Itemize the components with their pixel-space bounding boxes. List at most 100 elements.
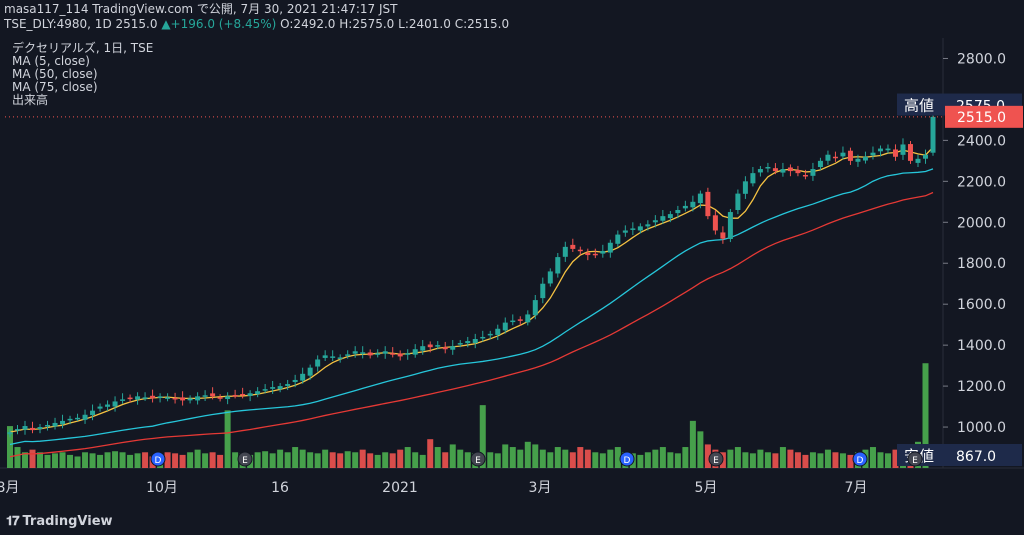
volume-bar	[367, 453, 374, 468]
candle-body	[112, 401, 118, 407]
ma75-line	[9, 191, 934, 458]
candle-body	[480, 336, 486, 339]
candle-body	[870, 152, 876, 156]
volume-bar	[397, 449, 404, 468]
candle-body	[735, 193, 741, 211]
candle-body	[660, 216, 666, 221]
volume-bar	[434, 447, 441, 468]
x-tick-label: 16	[271, 480, 289, 496]
candle-body	[757, 169, 763, 173]
candle-body	[270, 387, 276, 389]
volume-bar	[824, 449, 831, 468]
volume-bar	[104, 452, 111, 468]
volume-bar	[29, 449, 36, 468]
candle-body	[885, 148, 891, 151]
volume-bar	[262, 451, 269, 468]
candle-body	[37, 427, 43, 430]
volume-bar	[494, 453, 501, 468]
volume-bar	[457, 449, 464, 468]
volume-bar	[464, 452, 471, 468]
candle-body	[367, 352, 373, 356]
volume-bar	[742, 452, 749, 468]
candle-body	[7, 432, 13, 435]
volume-bar	[82, 452, 89, 468]
candle-body	[165, 397, 171, 399]
candle-body	[300, 373, 306, 381]
candle-body	[337, 357, 343, 359]
candle-body	[765, 167, 771, 169]
candle-body	[825, 154, 831, 161]
candle-body	[472, 339, 478, 344]
candle-body	[570, 244, 576, 249]
candle-body	[457, 343, 463, 345]
volume-bar	[119, 452, 126, 468]
candle-body	[67, 418, 73, 421]
candle-body	[75, 417, 81, 420]
candle-body	[705, 191, 711, 217]
volume-bar	[412, 452, 419, 468]
last-price-text: 2515.0	[957, 110, 1006, 126]
candle-body	[292, 379, 298, 383]
candle-body	[150, 395, 156, 399]
volume-bar	[607, 449, 614, 468]
volume-bar	[524, 441, 531, 468]
candle-body	[142, 397, 148, 399]
volume-bar	[224, 410, 231, 468]
candle-body	[82, 414, 88, 420]
candle-body	[15, 429, 21, 431]
candle-body	[832, 156, 838, 159]
volume-bar	[794, 452, 801, 468]
candle-body	[375, 353, 381, 355]
candle-body	[307, 367, 313, 376]
legend-volume: 出来高	[12, 93, 49, 107]
volume-bar	[449, 444, 456, 468]
volume-bar	[329, 452, 336, 468]
candle-body	[607, 242, 613, 253]
candle-body	[127, 397, 133, 400]
candle-body	[195, 396, 201, 401]
candle-body	[180, 397, 186, 401]
volume-bar	[764, 452, 771, 468]
candle-body	[120, 399, 126, 401]
candle-body	[60, 420, 66, 425]
candle-body	[562, 246, 568, 257]
volume-bar	[562, 449, 569, 468]
candle-body	[315, 359, 321, 367]
volume-bar	[14, 447, 21, 468]
y-tick-label: 1200.0	[957, 379, 1006, 395]
candle-body	[855, 158, 861, 162]
volume-bar	[314, 453, 321, 468]
candle-body	[907, 144, 913, 161]
tradingview-logo-icon: 𝟏𝟕	[6, 514, 20, 529]
y-tick-label: 1800.0	[957, 256, 1006, 272]
volume-bar	[674, 453, 681, 468]
tradingview-branding[interactable]: 𝟏𝟕 TradingView	[6, 514, 113, 529]
event-marker-label: E	[242, 456, 248, 466]
x-tick-label: 3月	[529, 480, 552, 496]
volume-bar	[202, 453, 209, 468]
volume-bar	[682, 447, 689, 468]
volume-bar	[869, 447, 876, 468]
candle-body	[412, 349, 418, 355]
candle-body	[922, 154, 928, 159]
candle-body	[90, 410, 96, 416]
volume-bar	[554, 447, 561, 468]
candle-body	[262, 389, 268, 391]
volume-bar	[89, 453, 96, 468]
candle-body	[172, 397, 178, 400]
x-tick-label: 7月	[845, 480, 868, 496]
price-chart[interactable]: 2800.02600.02400.02200.02000.01800.01600…	[0, 0, 1024, 535]
candle-body	[795, 169, 801, 174]
candle-body	[772, 168, 778, 172]
volume-bar	[307, 452, 314, 468]
event-marker-label: E	[713, 456, 719, 466]
x-tick-label: 2021	[382, 480, 418, 496]
volume-bar	[67, 454, 74, 468]
volume-bar	[599, 453, 606, 468]
candle-body	[525, 314, 531, 323]
volume-bar	[344, 451, 351, 468]
y-tick-label: 1600.0	[957, 297, 1006, 313]
candle-body	[750, 173, 756, 184]
candle-body	[892, 149, 898, 157]
candle-body	[345, 354, 351, 356]
